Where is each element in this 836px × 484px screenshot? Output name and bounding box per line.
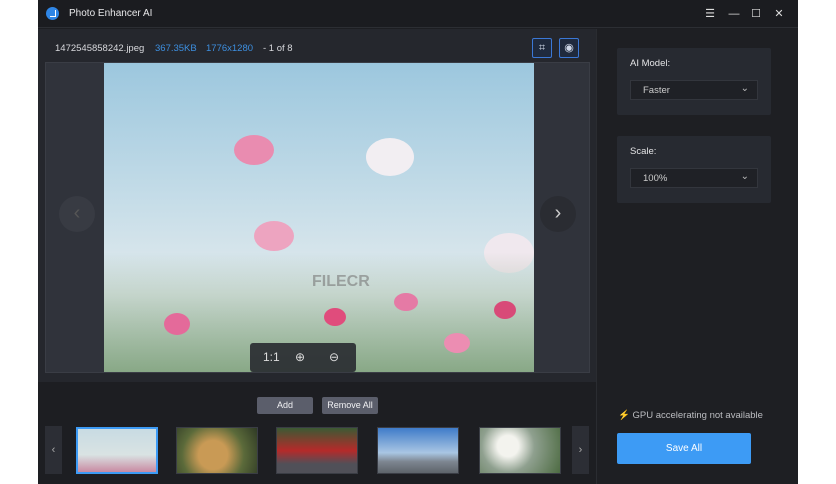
- gpu-status-text: GPU accelerating not available: [632, 410, 763, 421]
- image-dimensions: 1776x1280: [206, 43, 254, 54]
- previous-image-button[interactable]: ‹: [59, 196, 95, 232]
- title-bar: Photo Enhancer AI ☰ — ☐ ✕: [38, 0, 798, 28]
- ai-model-label: AI Model:: [630, 58, 671, 69]
- thumbnails-prev-button[interactable]: ‹: [45, 426, 62, 474]
- menu-icon[interactable]: ☰: [702, 6, 718, 22]
- gpu-status: ⚡ GPU accelerating not available: [618, 410, 763, 421]
- lightning-icon: ⚡: [618, 410, 630, 421]
- scale-value: 100%: [643, 173, 668, 184]
- minimize-button[interactable]: —: [726, 6, 742, 22]
- thumbnail-2[interactable]: [176, 427, 258, 474]
- ai-model-card: AI Model: Faster ⌄: [617, 48, 771, 115]
- photo-preview: FILECR: [104, 63, 534, 372]
- thumbnail-3[interactable]: [276, 427, 358, 474]
- file-size: 367.35KB: [155, 43, 197, 54]
- chevron-left-icon: ‹: [73, 202, 81, 224]
- chevron-down-icon: ⌄: [740, 83, 749, 94]
- app-title: Photo Enhancer AI: [69, 8, 153, 19]
- thumbnail-area: Add Remove All ‹ ›: [38, 382, 596, 484]
- crop-button[interactable]: ⌗: [532, 38, 552, 58]
- crop-icon: ⌗: [538, 42, 546, 54]
- chevron-down-icon: ⌄: [740, 171, 749, 182]
- thumbnail-4[interactable]: [377, 427, 459, 474]
- ai-model-value: Faster: [643, 85, 670, 96]
- app-logo-icon: [46, 7, 59, 20]
- actual-size-button[interactable]: 1:1: [263, 350, 280, 364]
- thumbnail-5[interactable]: [479, 427, 561, 474]
- ai-model-select[interactable]: Faster ⌄: [630, 80, 758, 100]
- add-button[interactable]: Add: [257, 397, 313, 414]
- preview-panel: 1472545858242.jpeg 367.35KB 1776x1280 - …: [38, 29, 596, 382]
- thumbnail-1[interactable]: [76, 427, 158, 474]
- watermark: FILECR: [312, 273, 370, 290]
- scale-label: Scale:: [630, 146, 657, 157]
- next-image-button[interactable]: ›: [540, 196, 576, 232]
- remove-all-button[interactable]: Remove All: [322, 397, 378, 414]
- zoom-out-icon[interactable]: ⊖: [329, 350, 339, 364]
- scale-card: Scale: 100% ⌄: [617, 136, 771, 203]
- image-position: - 1 of 8: [263, 43, 293, 54]
- scale-select[interactable]: 100% ⌄: [630, 168, 758, 188]
- preview-toggle-button[interactable]: ◉: [559, 38, 579, 58]
- file-name: 1472545858242.jpeg: [55, 43, 145, 54]
- eye-icon: ◉: [564, 42, 574, 54]
- zoom-toolbar: 1:1 ⊕ ⊖: [250, 343, 356, 372]
- close-button[interactable]: ✕: [771, 6, 787, 22]
- settings-panel: AI Model: Faster ⌄ Scale: 100% ⌄ ⚡ GPU acc…: [596, 29, 798, 484]
- chevron-right-icon: ›: [554, 202, 562, 224]
- zoom-in-icon[interactable]: ⊕: [295, 350, 305, 364]
- maximize-button[interactable]: ☐: [748, 6, 764, 22]
- image-viewer: FILECR ‹ › 1:1 ⊕ ⊖: [45, 62, 590, 373]
- thumbnails-next-button[interactable]: ›: [572, 426, 589, 474]
- app-window: Photo Enhancer AI ☰ — ☐ ✕ 1472545858242.…: [38, 0, 798, 484]
- save-all-button[interactable]: Save All: [617, 433, 751, 464]
